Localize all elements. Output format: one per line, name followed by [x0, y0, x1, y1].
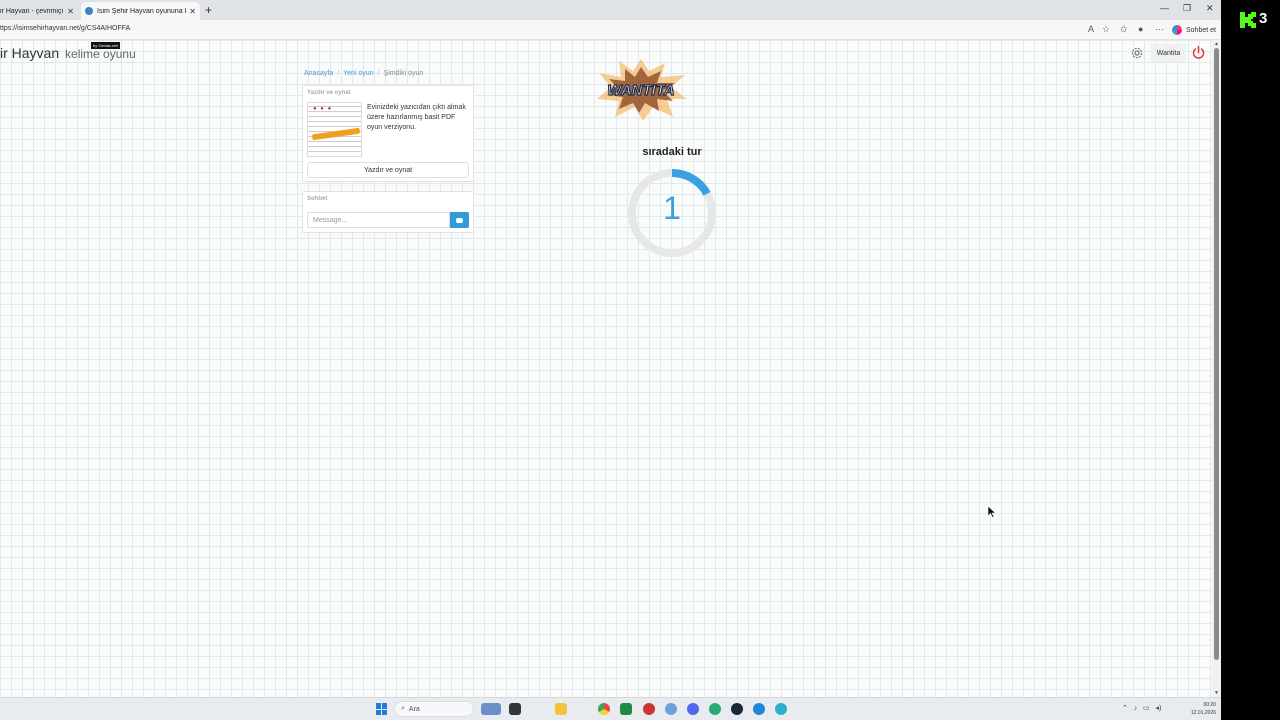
copilot-chat-label: Sohbet et: [1186, 26, 1216, 34]
taskbar-search-label: Ara: [408, 705, 420, 713]
task-view-icon[interactable]: [509, 703, 521, 715]
clock-date: 12.01.2026: [1190, 710, 1216, 716]
breadcrumb-new-game-link[interactable]: Yeni oyun: [343, 70, 374, 77]
user-name-button[interactable]: Wantita: [1151, 44, 1186, 62]
system-tray-icons[interactable]: ⌃ ♪ ▭ ◂): [1122, 704, 1161, 712]
breadcrumb-separator: /: [337, 70, 340, 77]
favorites-icon[interactable]: ✩: [1120, 24, 1128, 35]
screen: ir Hayvan - çevrimiçi oyun ✕ İsim Şehir …: [0, 0, 1280, 720]
countdown-number: 1: [663, 190, 681, 226]
restore-icon[interactable]: ❐: [1183, 3, 1191, 14]
tab-close-icon[interactable]: ✕: [67, 7, 74, 16]
chrome-icon[interactable]: [598, 703, 610, 715]
print-thumbnail-image: ● ● ●: [307, 102, 362, 157]
print-and-play-button[interactable]: Yazdır ve oynat: [307, 162, 469, 178]
tab-active[interactable]: İsim Şehir Hayvan oyununa katıl ✕: [81, 2, 200, 20]
taskbar-clock[interactable]: 00:20 12.01.2026: [1180, 701, 1216, 717]
windows-start-icon[interactable]: [376, 703, 388, 715]
pencil-image: [311, 127, 361, 141]
breadcrumb-separator: /: [377, 70, 380, 77]
settings-app-icon[interactable]: [665, 703, 677, 715]
url-field[interactable]: ttps://isimsehirhayvan.net/g/CS4AIHOFFA: [0, 25, 130, 32]
site-title-text: ir Hayvan: [0, 45, 60, 61]
breadcrumb-home-link[interactable]: Anasayfa: [304, 70, 333, 77]
minimize-icon[interactable]: —: [1160, 3, 1169, 13]
edge-icon[interactable]: [753, 703, 765, 715]
kick-counter: 3: [1259, 10, 1268, 27]
print-panel-title: Yazdır ve oynat: [307, 90, 351, 96]
breadcrumb: Anasayfa / Yeni oyun / Şimdiki oyun: [304, 70, 423, 77]
kick-logo-icon: [1240, 12, 1256, 28]
app-red-icon[interactable]: [643, 703, 655, 715]
chat-message-input[interactable]: [307, 212, 450, 228]
power-icon[interactable]: [1191, 45, 1206, 60]
tab-close-icon[interactable]: ✕: [189, 7, 196, 16]
mouse-cursor-icon: [988, 506, 996, 518]
edge-dev-icon[interactable]: [775, 703, 787, 715]
chat-bubble-icon: [456, 217, 463, 223]
globe-icon: [85, 7, 93, 15]
chat-panel: Sohbet: [302, 191, 474, 233]
profile-icon[interactable]: ●: [1138, 24, 1143, 34]
search-icon: ⌕: [401, 705, 405, 712]
taskbar: ⌕ Ara ⌃ ♪ ▭ ◂) 00:20 12.01.2026: [0, 697, 1221, 720]
tab-inactive[interactable]: ir Hayvan - çevrimiçi oyun ✕: [0, 2, 78, 20]
read-aloud-icon[interactable]: A: [1088, 24, 1094, 34]
browser-window: ir Hayvan - çevrimiçi oyun ✕ İsim Şehir …: [0, 0, 1221, 697]
send-message-button[interactable]: [450, 212, 469, 228]
scrollbar-thumb[interactable]: [1214, 48, 1219, 660]
steam-icon[interactable]: [731, 703, 743, 715]
tab-bar: ir Hayvan - çevrimiçi oyun ✕ İsim Şehir …: [0, 0, 1221, 20]
page-scrollbar[interactable]: ▲ ▼: [1212, 40, 1221, 697]
scroll-down-icon[interactable]: ▼: [1214, 690, 1219, 696]
tab-inactive-label: ir Hayvan - çevrimiçi oyun: [0, 7, 64, 15]
copilot-chat-button[interactable]: Sohbet et: [1172, 23, 1216, 37]
tab-active-label: İsim Şehir Hayvan oyununa katıl: [97, 7, 186, 15]
address-bar: ttps://isimsehirhayvan.net/g/CS4AIHOFFA …: [0, 20, 1221, 40]
widgets-icon[interactable]: [481, 703, 501, 715]
page-content: ir Hayvan kelime oyunu by Oeniac.net Wan…: [0, 40, 1212, 697]
by-badge[interactable]: by Oeniac.net: [91, 42, 120, 49]
favorite-star-icon[interactable]: ☆: [1102, 24, 1110, 35]
chat-panel-title: Sohbet: [307, 196, 328, 202]
gear-icon[interactable]: [1130, 46, 1144, 60]
new-tab-icon[interactable]: +: [205, 3, 212, 17]
next-round-label: sıradaki tur: [642, 146, 702, 158]
discord-icon[interactable]: [687, 703, 699, 715]
print-panel: Yazdır ve oynat ● ● ● Evinizdeki yazıcıd…: [302, 85, 474, 182]
wantita-logo: WANTITA: [597, 59, 687, 121]
print-description: Evinizdeki yazıcıdan çıktı almak üzere h…: [367, 104, 466, 131]
clock-time: 00:20: [1203, 702, 1216, 708]
taskbar-search[interactable]: ⌕ Ara: [394, 701, 474, 717]
close-window-icon[interactable]: ✕: [1206, 3, 1214, 14]
breadcrumb-current: Şimdiki oyun: [383, 70, 424, 77]
copilot-icon: [1172, 25, 1182, 35]
file-explorer-icon[interactable]: [555, 703, 567, 715]
thumbnail-decoration: ● ● ●: [313, 106, 333, 112]
site-subtitle: kelime oyunu: [65, 47, 136, 61]
scroll-up-icon[interactable]: ▲: [1214, 41, 1219, 47]
more-menu-icon[interactable]: ···: [1155, 24, 1164, 34]
wantita-logo-text: WANTITA: [607, 82, 674, 99]
excel-icon[interactable]: [620, 703, 632, 715]
edge-beta-icon[interactable]: [709, 703, 721, 715]
